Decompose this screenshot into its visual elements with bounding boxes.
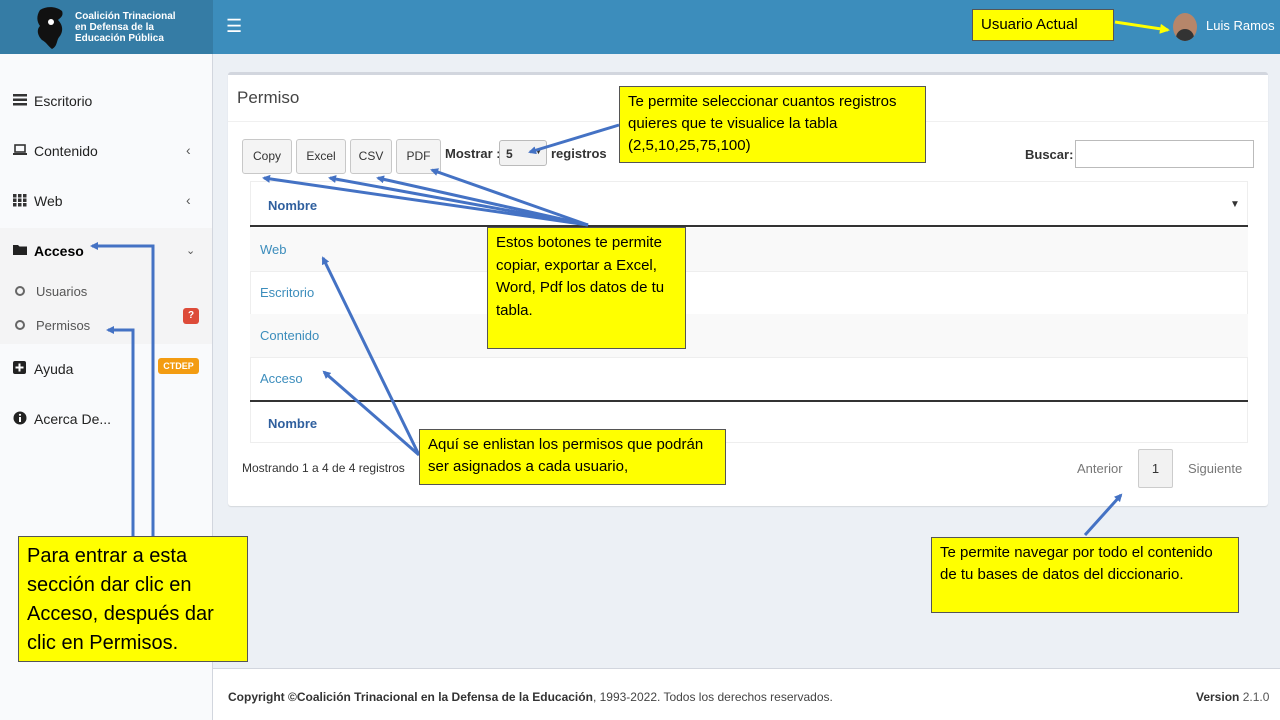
user-avatar[interactable] xyxy=(1173,13,1197,41)
sidebar-item-label: Acceso xyxy=(34,243,84,259)
table-row: Acceso xyxy=(250,357,1248,400)
sidebar-item-label: Acerca De... xyxy=(34,411,112,427)
chevron-down-icon: ⌄ xyxy=(186,245,196,257)
pagination-next[interactable]: Siguiente xyxy=(1188,461,1242,476)
version-label: Version xyxy=(1196,690,1240,704)
page-title: Permiso xyxy=(237,88,300,107)
version-value: 2.1.0 xyxy=(1242,690,1270,704)
column-header-nombre[interactable]: Nombre ▼ xyxy=(250,182,1248,227)
pdf-button[interactable]: PDF xyxy=(396,139,441,174)
table-row: Web xyxy=(250,228,1248,271)
acerca-badge: CTDEP xyxy=(158,358,199,374)
show-entries-select[interactable]: 5 ▼ xyxy=(499,140,547,166)
column-header-label: Nombre xyxy=(268,198,318,213)
table-cell-link[interactable]: Escritorio xyxy=(260,285,314,300)
logo-emblem-icon xyxy=(37,7,63,49)
copyright-prefix: Copyright © xyxy=(228,690,297,704)
search-label: Buscar: xyxy=(1025,147,1074,162)
copy-button[interactable]: Copy xyxy=(242,139,292,174)
folder-icon xyxy=(13,245,27,255)
pagination-page[interactable]: 1 xyxy=(1138,449,1173,488)
callout-buttons: Estos botones te permite copiar, exporta… xyxy=(487,227,686,349)
sidebar-item-escritorio[interactable]: Escritorio xyxy=(0,78,212,126)
sidebar-item-web[interactable]: Web ‹ xyxy=(0,178,212,226)
circle-icon xyxy=(15,320,25,330)
callout-select: Te permite seleccionar cuantos registros… xyxy=(619,86,926,163)
sidebar-item-acerca-de[interactable]: Acerca De... xyxy=(0,396,212,444)
copyright-org[interactable]: Coalición Trinacional en la Defensa de l… xyxy=(297,690,593,704)
csv-button[interactable]: CSV xyxy=(350,139,392,174)
sidebar-subitem-label: Usuarios xyxy=(36,284,88,299)
ayuda-badge: ? xyxy=(183,308,199,324)
callout-list: Aquí se enlistan los permisos que podrán… xyxy=(419,429,726,485)
table-cell-link[interactable]: Contenido xyxy=(260,328,319,343)
callout-access: Para entrar a esta sección dar clic en A… xyxy=(18,536,248,662)
column-footer-label: Nombre xyxy=(268,416,318,431)
sidebar-item-label: Escritorio xyxy=(34,93,93,109)
plus-square-icon xyxy=(13,361,26,374)
grid-icon xyxy=(13,194,27,207)
info-icon xyxy=(13,411,27,425)
sidebar-item-contenido[interactable]: Contenido ‹ xyxy=(0,128,212,176)
show-entries-value: 5 xyxy=(506,147,513,161)
sidebar-subitem-usuarios[interactable]: Usuarios xyxy=(0,278,212,308)
pagination-prev[interactable]: Anterior xyxy=(1077,461,1123,476)
chevron-down-icon: ▼ xyxy=(534,146,543,156)
column-footer-nombre: Nombre xyxy=(250,400,1248,442)
acceso-submenu: Usuarios Permisos xyxy=(0,272,212,344)
logo-line-1: Coalición Trinacional xyxy=(75,11,176,22)
sort-caret-icon: ▼ xyxy=(1230,199,1240,210)
user-name[interactable]: Luis Ramos xyxy=(1206,18,1275,33)
logo-line-2: en Defensa de la xyxy=(75,22,154,33)
table-row: Contenido xyxy=(250,314,1248,357)
footer-copyright: Copyright ©Coalición Trinacional en la D… xyxy=(228,690,833,704)
circle-icon xyxy=(15,286,25,296)
callout-user: Usuario Actual xyxy=(972,9,1114,41)
logo-line-3: Educación Pública xyxy=(75,33,164,44)
sidebar-item-label: Contenido xyxy=(34,143,98,159)
table-cell-link[interactable]: Web xyxy=(260,242,287,257)
show-entries-suffix: registros xyxy=(551,146,607,161)
laptop-icon xyxy=(13,144,27,155)
footer-version: Version 2.1.0 xyxy=(1196,690,1269,704)
table-row: Escritorio xyxy=(250,271,1248,314)
chevron-left-icon: ‹ xyxy=(186,142,191,158)
top-navbar xyxy=(213,0,1280,54)
show-entries-label: Mostrar : xyxy=(445,146,501,161)
sidebar-item-label: Ayuda xyxy=(34,361,74,377)
list-icon xyxy=(13,94,27,106)
excel-button[interactable]: Excel xyxy=(296,139,346,174)
sidebar-subitem-permisos[interactable]: Permisos xyxy=(0,312,212,342)
table-cell-link[interactable]: Acceso xyxy=(260,371,303,386)
sidebar-subitem-label: Permisos xyxy=(36,318,91,333)
sidebar-item-label: Web xyxy=(34,193,63,209)
logo-text: Coalición Trinacional en Defensa de la E… xyxy=(75,11,205,44)
table-info: Mostrando 1 a 4 de 4 registros xyxy=(242,461,405,475)
chevron-left-icon: ‹ xyxy=(186,192,191,208)
logo-area[interactable]: Coalición Trinacional en Defensa de la E… xyxy=(0,0,213,54)
hamburger-icon[interactable]: ☰ xyxy=(226,16,242,36)
sidebar-item-acceso[interactable]: Acceso ⌄ xyxy=(0,228,212,276)
callout-navigation: Te permite navegar por todo el contenido… xyxy=(931,537,1239,613)
search-input[interactable] xyxy=(1075,140,1254,168)
copyright-suffix: , 1993-2022. Todos los derechos reservad… xyxy=(592,690,833,704)
